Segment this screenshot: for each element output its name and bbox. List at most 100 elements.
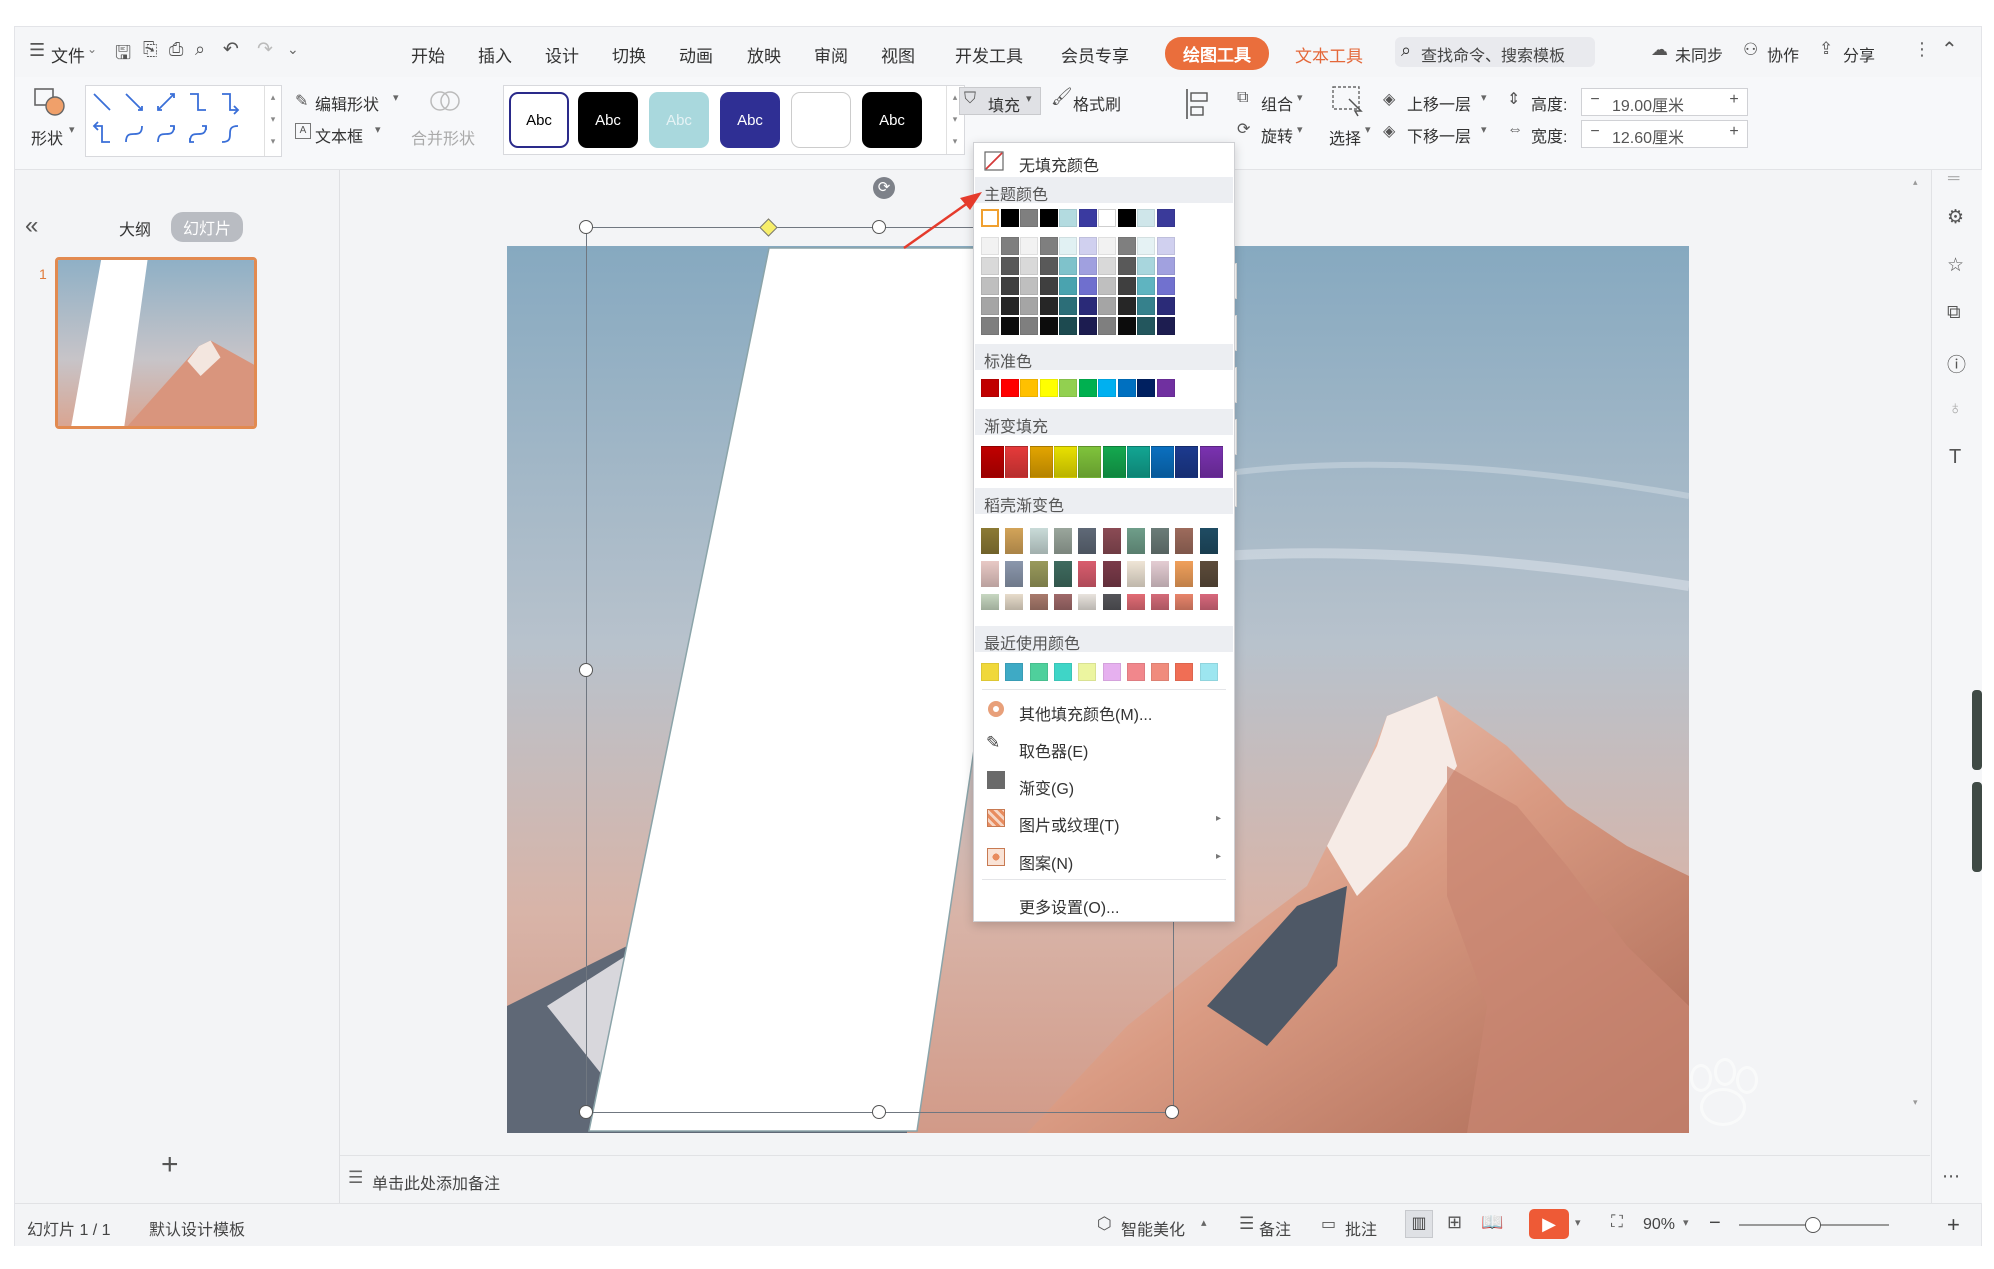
tab-outline[interactable]: 大纲 bbox=[119, 216, 151, 240]
slide-thumbnail[interactable] bbox=[55, 257, 257, 429]
theme-shade-swatch[interactable] bbox=[1117, 297, 1136, 315]
docer-gradient-swatch[interactable] bbox=[981, 594, 999, 610]
normal-view-icon[interactable]: ▥ bbox=[1405, 1210, 1433, 1238]
standard-color-swatch[interactable] bbox=[1020, 379, 1038, 397]
docer-gradient-swatch[interactable] bbox=[1005, 561, 1024, 587]
docer-gradient-swatch[interactable] bbox=[1199, 561, 1218, 587]
docer-gradient-swatch[interactable] bbox=[1126, 528, 1145, 554]
chevron-down-icon[interactable]: ⌄ bbox=[87, 42, 97, 56]
pattern-option[interactable]: 图案(N) bbox=[1019, 850, 1073, 874]
slide-sorter-icon[interactable]: ⊞ bbox=[1447, 1212, 1462, 1233]
align-icon[interactable] bbox=[1183, 87, 1213, 121]
gradient-option[interactable]: 渐变(G) bbox=[1019, 775, 1074, 799]
docer-gradient-swatch[interactable] bbox=[1151, 594, 1170, 610]
tab-text-tools[interactable]: 文本工具 bbox=[1295, 42, 1363, 67]
docer-gradient-swatch[interactable] bbox=[1151, 528, 1170, 554]
theme-shade-swatch[interactable] bbox=[1156, 297, 1175, 315]
command-search-box[interactable]: ⌕ 查找命令、搜索模板 bbox=[1395, 37, 1595, 67]
recent-color-swatch[interactable] bbox=[1053, 663, 1072, 681]
shape-style-gallery[interactable]: Abc Abc Abc Abc Abc ▴ ▾ ▾ bbox=[503, 85, 965, 155]
shape-style-white-outline[interactable]: Abc bbox=[509, 92, 569, 148]
docer-gradient-swatch[interactable] bbox=[1126, 594, 1145, 610]
redo-icon[interactable]: ↷ bbox=[257, 38, 273, 61]
sync-status[interactable]: 未同步 bbox=[1675, 42, 1723, 66]
gradient-fill-swatch[interactable] bbox=[1199, 446, 1223, 478]
shape-style-light-teal[interactable]: Abc bbox=[649, 92, 709, 148]
theme-shade-swatch[interactable] bbox=[1020, 317, 1038, 335]
theme-shade-swatch[interactable] bbox=[1137, 257, 1155, 275]
theme-shade-swatch[interactable] bbox=[1156, 237, 1175, 255]
collapse-panel-icon[interactable]: « bbox=[25, 212, 38, 240]
resize-handle-bottom-left[interactable] bbox=[579, 1105, 593, 1119]
property-settings-icon[interactable]: ⚙ bbox=[1947, 206, 1964, 229]
width-value[interactable]: 12.60厘米 bbox=[1612, 124, 1684, 148]
docer-gradient-swatch[interactable] bbox=[1199, 528, 1218, 554]
select-icon[interactable] bbox=[1331, 85, 1365, 117]
tab-design[interactable]: 设计 bbox=[545, 42, 579, 67]
canvas-scrollbar[interactable]: ▴ ▾ bbox=[1911, 177, 1923, 1147]
reading-view-icon[interactable]: 📖 bbox=[1481, 1212, 1503, 1233]
theme-shade-swatch[interactable] bbox=[1059, 237, 1077, 255]
undo-icon[interactable]: ↶ bbox=[223, 38, 239, 61]
tab-insert[interactable]: 插入 bbox=[478, 42, 512, 67]
theme-shade-swatch[interactable] bbox=[1020, 237, 1038, 255]
send-backward-button[interactable]: 下移一层 bbox=[1407, 123, 1471, 147]
theme-shade-swatch[interactable] bbox=[1039, 277, 1058, 295]
theme-shade-swatch[interactable] bbox=[1137, 237, 1155, 255]
chevron-down-icon[interactable]: ▾ bbox=[1481, 123, 1487, 136]
width-increment-button[interactable]: + bbox=[1725, 123, 1743, 141]
theme-shade-swatch[interactable] bbox=[1059, 317, 1077, 335]
recent-color-swatch[interactable] bbox=[1199, 663, 1218, 681]
star-icon[interactable]: ☆ bbox=[1947, 254, 1964, 277]
tab-animation[interactable]: 动画 bbox=[679, 42, 713, 67]
standard-color-swatch[interactable] bbox=[1117, 379, 1136, 397]
text-icon[interactable]: T bbox=[1949, 446, 1961, 469]
shape-button[interactable]: 形状 bbox=[31, 125, 63, 149]
resize-handle-middle-left[interactable] bbox=[579, 663, 593, 677]
theme-shade-swatch[interactable] bbox=[1039, 257, 1058, 275]
theme-shade-swatch[interactable] bbox=[1117, 237, 1136, 255]
theme-shade-swatch[interactable] bbox=[981, 317, 999, 335]
theme-shade-swatch[interactable] bbox=[1117, 257, 1136, 275]
smart-beautify-button[interactable]: 智能美化 bbox=[1121, 1216, 1185, 1240]
theme-shade-swatch[interactable] bbox=[1156, 317, 1175, 335]
theme-shade-swatch[interactable] bbox=[1156, 277, 1175, 295]
more-fill-colors-option[interactable]: 其他填充颜色(M)... bbox=[1019, 701, 1152, 725]
theme-shade-swatch[interactable] bbox=[1020, 297, 1038, 315]
picture-texture-option[interactable]: 图片或纹理(T) bbox=[1019, 812, 1119, 836]
theme-shade-swatch[interactable] bbox=[1078, 297, 1097, 315]
theme-shade-swatch[interactable] bbox=[1098, 297, 1116, 315]
docer-gradient-swatch[interactable] bbox=[1175, 528, 1194, 554]
standard-color-swatch[interactable] bbox=[1039, 379, 1058, 397]
bring-forward-button[interactable]: 上移一层 bbox=[1407, 91, 1471, 115]
height-value[interactable]: 19.00厘米 bbox=[1612, 92, 1684, 116]
standard-color-swatch[interactable] bbox=[1098, 379, 1116, 397]
theme-color-swatch[interactable] bbox=[1078, 209, 1097, 227]
recent-color-swatch[interactable] bbox=[981, 663, 999, 681]
theme-shade-swatch[interactable] bbox=[1117, 317, 1136, 335]
resize-handle-top-left[interactable] bbox=[579, 220, 593, 234]
docer-gradient-swatch[interactable] bbox=[981, 528, 999, 554]
notes-placeholder[interactable]: 单击此处添加备注 bbox=[372, 1170, 500, 1194]
eyedropper-option[interactable]: 取色器(E) bbox=[1019, 738, 1088, 762]
theme-color-swatch[interactable] bbox=[1059, 209, 1077, 227]
recent-color-swatch[interactable] bbox=[1151, 663, 1170, 681]
save-icon[interactable]: 🖫 bbox=[115, 39, 131, 71]
gradient-fill-swatch[interactable] bbox=[1029, 446, 1053, 478]
line-shapes-gallery[interactable]: ▴ ▾ ▾ bbox=[85, 85, 282, 157]
no-fill-option[interactable]: 无填充颜色 bbox=[1019, 152, 1099, 176]
theme-shade-swatch[interactable] bbox=[1098, 257, 1116, 275]
resize-handle-bottom-middle[interactable] bbox=[872, 1105, 886, 1119]
height-decrement-button[interactable]: − bbox=[1586, 91, 1604, 109]
tab-view[interactable]: 视图 bbox=[881, 42, 915, 67]
theme-shade-swatch[interactable] bbox=[1000, 317, 1019, 335]
chevron-down-icon[interactable]: ▾ bbox=[69, 123, 75, 136]
theme-shade-swatch[interactable] bbox=[1117, 277, 1136, 295]
theme-shade-swatch[interactable] bbox=[981, 277, 999, 295]
width-decrement-button[interactable]: − bbox=[1586, 123, 1604, 141]
resize-handle-top-middle[interactable] bbox=[872, 220, 886, 234]
theme-shade-swatch[interactable] bbox=[1156, 257, 1175, 275]
chevron-down-icon[interactable]: ▾ bbox=[393, 91, 399, 104]
theme-shade-swatch[interactable] bbox=[1098, 277, 1116, 295]
docer-gradient-swatch[interactable] bbox=[1005, 528, 1024, 554]
